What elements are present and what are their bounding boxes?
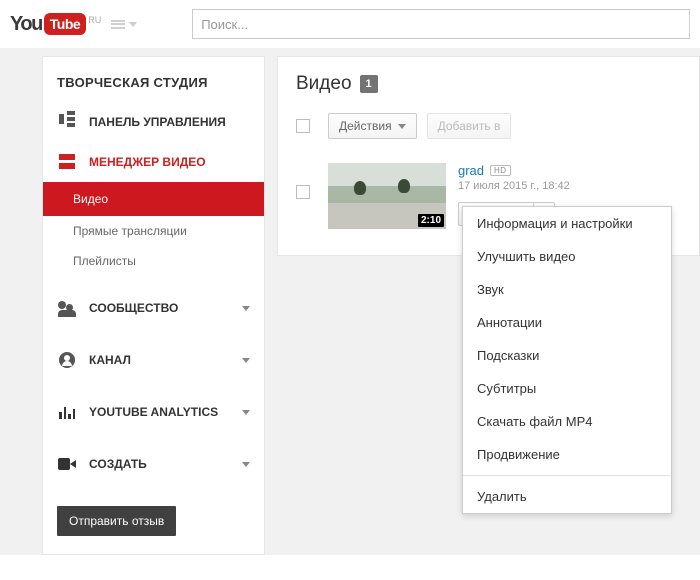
video-date: 17 июля 2015 г., 18:42	[458, 180, 570, 192]
sidebar-item-label: ПАНЕЛЬ УПРАВЛЕНИЯ	[89, 115, 250, 129]
sidebar-sub-playlists[interactable]: Плейлисты	[43, 246, 264, 282]
logo-tube: Tube	[44, 13, 86, 35]
chevron-down-icon	[242, 358, 250, 363]
hd-badge: HD	[490, 165, 511, 176]
video-thumbnail[interactable]: 2:10	[328, 163, 446, 229]
page-body: ТВОРЧЕСКАЯ СТУДИЯ ПАНЕЛЬ УПРАВЛЕНИЯ МЕНЕ…	[0, 48, 700, 555]
menu-item-annotations[interactable]: Аннотации	[463, 306, 671, 339]
logo[interactable]: You Tube RU	[10, 13, 101, 36]
menu-item-info[interactable]: Информация и настройки	[463, 207, 671, 240]
actions-button[interactable]: Действия	[328, 113, 417, 139]
button-label: Добавить в	[438, 119, 501, 133]
heading-text: Видео	[296, 73, 352, 95]
camera-icon	[57, 454, 77, 474]
button-label: Действия	[339, 119, 392, 133]
chevron-down-icon	[398, 124, 406, 129]
menu-item-audio[interactable]: Звук	[463, 273, 671, 306]
sidebar-item-dashboard[interactable]: ПАНЕЛЬ УПРАВЛЕНИЯ	[43, 102, 264, 142]
menu-item-cards[interactable]: Подсказки	[463, 339, 671, 372]
menu-separator	[463, 475, 671, 476]
chevron-down-icon	[129, 22, 137, 27]
search-wrap	[192, 9, 690, 39]
menu-item-subtitles[interactable]: Субтитры	[463, 372, 671, 405]
sidebar-item-label: СОЗДАТЬ	[89, 457, 242, 471]
guide-toggle[interactable]	[111, 18, 137, 30]
top-bar: You Tube RU	[0, 0, 700, 48]
menu-item-enhance[interactable]: Улучшить видео	[463, 240, 671, 273]
video-manager-icon	[57, 152, 77, 172]
community-icon	[57, 298, 77, 318]
main-area: Видео 1 Действия Добавить в	[277, 56, 700, 256]
sidebar-item-community[interactable]: СООБЩЕСТВО	[43, 282, 264, 334]
menu-item-delete[interactable]: Удалить	[463, 480, 671, 513]
sidebar-item-label: КАНАЛ	[89, 353, 242, 367]
page-heading: Видео 1	[296, 73, 681, 95]
dashboard-icon	[57, 112, 77, 132]
sidebar-sub-videos[interactable]: Видео	[43, 182, 264, 216]
menu-item-promote[interactable]: Продвижение	[463, 438, 671, 471]
video-title-link[interactable]: grad	[458, 163, 484, 178]
menu-icon	[111, 18, 125, 30]
feedback-button[interactable]: Отправить отзыв	[57, 506, 176, 536]
analytics-icon	[57, 402, 77, 422]
video-duration: 2:10	[418, 214, 444, 227]
sidebar-title: ТВОРЧЕСКАЯ СТУДИЯ	[43, 57, 264, 102]
sidebar-item-label: МЕНЕДЖЕР ВИДЕО	[89, 155, 250, 169]
chevron-down-icon	[242, 306, 250, 311]
edit-dropdown-menu: Информация и настройки Улучшить видео Зв…	[462, 206, 672, 514]
logo-region: RU	[88, 15, 101, 25]
select-all-checkbox[interactable]	[296, 119, 310, 133]
sidebar-sub-live[interactable]: Прямые трансляции	[43, 216, 264, 246]
sidebar-item-analytics[interactable]: YOUTUBE ANALYTICS	[43, 386, 264, 438]
sidebar: ТВОРЧЕСКАЯ СТУДИЯ ПАНЕЛЬ УПРАВЛЕНИЯ МЕНЕ…	[42, 56, 265, 555]
chevron-down-icon	[242, 462, 250, 467]
add-to-button[interactable]: Добавить в	[427, 113, 512, 139]
logo-you: You	[10, 13, 42, 36]
sidebar-item-channel[interactable]: КАНАЛ	[43, 334, 264, 386]
sidebar-item-create[interactable]: СОЗДАТЬ	[43, 438, 264, 490]
search-input[interactable]	[192, 9, 690, 39]
chevron-down-icon	[242, 410, 250, 415]
bulk-action-row: Действия Добавить в	[296, 113, 681, 139]
channel-icon	[57, 350, 77, 370]
menu-item-download-mp4[interactable]: Скачать файл МР4	[463, 405, 671, 438]
sidebar-item-label: СООБЩЕСТВО	[89, 301, 242, 315]
sidebar-item-label: YOUTUBE ANALYTICS	[89, 405, 242, 419]
sidebar-item-video-manager[interactable]: МЕНЕДЖЕР ВИДЕО	[43, 142, 264, 182]
row-checkbox[interactable]	[296, 185, 310, 199]
video-count-badge: 1	[360, 75, 378, 93]
